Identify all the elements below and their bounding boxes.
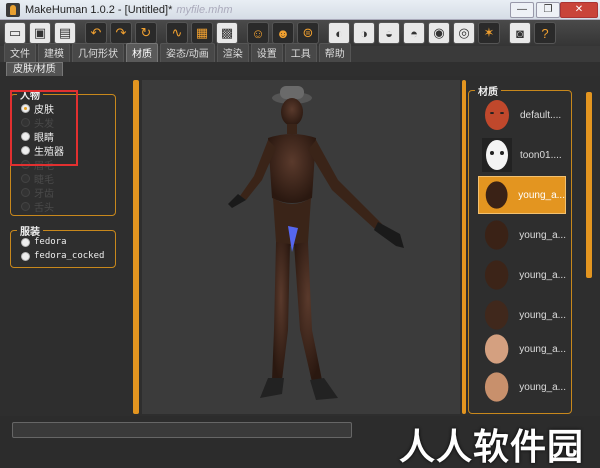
material-label: toon01.... xyxy=(520,149,562,161)
material-label: default.... xyxy=(520,109,562,121)
help-icon[interactable]: ? xyxy=(534,22,556,44)
reset-icon[interactable]: ↻ xyxy=(135,22,157,44)
material-item-default[interactable]: default.... xyxy=(478,96,566,134)
radio-label: 舌头 xyxy=(34,203,54,214)
camera-icon[interactable]: ◙ xyxy=(509,22,531,44)
material-item-young-a-3[interactable]: young_a... xyxy=(478,256,566,294)
head-front-icon[interactable]: ◐ xyxy=(328,22,350,44)
export-icon[interactable]: ▤ xyxy=(54,22,76,44)
radio-dot-icon xyxy=(21,188,30,197)
face-thumbnail-icon xyxy=(484,334,509,364)
window-title: MakeHuman 1.0.2 - [Untitled]* xyxy=(25,3,173,16)
main-tabs: 文件 建模 几何形状 材质 姿态/动画 渲染 设置 工具 帮助 xyxy=(0,43,600,62)
face-thumbnail-icon xyxy=(485,100,509,130)
clothes-group: 服装 fedora fedora_cocked xyxy=(10,223,116,268)
radio-fedora-cocked[interactable]: fedora_cocked xyxy=(21,251,104,261)
material-label: young_a... xyxy=(519,381,566,393)
tab-material[interactable]: 材质 xyxy=(126,43,158,62)
undo-icon[interactable]: ↶ xyxy=(85,22,107,44)
right-panel: 材质 default.... toon01.... young_a... you… xyxy=(466,80,586,414)
face-thumbnail-icon xyxy=(484,300,509,330)
human-model-figure xyxy=(228,86,404,400)
wireframe-icon[interactable]: ∿ xyxy=(166,22,188,44)
material-label: young_a... xyxy=(519,269,566,281)
material-item-young-a-6[interactable]: young_a... xyxy=(478,368,566,406)
left-vertical-slider[interactable] xyxy=(133,80,139,414)
head-left-icon[interactable]: ◒ xyxy=(378,22,400,44)
tab-utilities[interactable]: 工具 xyxy=(284,43,317,62)
radio-label: fedora xyxy=(34,237,67,247)
status-field xyxy=(12,422,352,438)
material-item-young-a-4[interactable]: young_a... xyxy=(478,296,566,334)
head-right-icon[interactable]: ◓ xyxy=(403,22,425,44)
material-item-young-a-2[interactable]: young_a... xyxy=(478,216,566,254)
tab-geometry[interactable]: 几何形状 xyxy=(72,43,124,62)
face-thumbnail-icon xyxy=(484,372,509,402)
pose-icon[interactable]: ✶ xyxy=(478,22,500,44)
material-label: young_a... xyxy=(519,309,566,321)
maximize-button[interactable]: ❐ xyxy=(536,2,560,18)
face-thumbnail-icon xyxy=(484,220,509,250)
grid-icon[interactable]: ▦ xyxy=(191,22,213,44)
radio-label: 牙齿 xyxy=(34,189,54,200)
window-titlebar: MakeHuman 1.0.2 - [Untitled]* myfile.mhm… xyxy=(0,0,600,20)
face-thumbnail-icon xyxy=(485,181,508,209)
window-title-filename: myfile.mhm xyxy=(176,3,233,16)
tab-help[interactable]: 帮助 xyxy=(318,43,351,62)
annotation-highlight-box xyxy=(10,90,78,166)
head-back-icon[interactable]: ◑ xyxy=(353,22,375,44)
radio-dot-icon xyxy=(21,174,30,183)
sub-tabs: 皮肤/材质 xyxy=(0,62,600,76)
material-label: young_a... xyxy=(519,229,566,241)
tab-modelling[interactable]: 建模 xyxy=(38,43,70,62)
radio-eyelashes: 睫毛 xyxy=(21,171,54,186)
material-label: young_a... xyxy=(519,343,566,355)
face-thumbnail-icon xyxy=(482,138,512,172)
save-icon[interactable]: ▣ xyxy=(29,22,51,44)
radio-tongue: 舌头 xyxy=(21,199,54,214)
makehuman-logo-icon xyxy=(6,2,20,17)
radio-fedora[interactable]: fedora xyxy=(21,237,67,247)
tab-settings[interactable]: 设置 xyxy=(250,43,283,62)
material-list-scrollbar[interactable] xyxy=(586,92,592,278)
status-bar: 人人软件园 xyxy=(0,416,600,468)
tab-files[interactable]: 文件 xyxy=(4,43,36,62)
radio-teeth: 牙齿 xyxy=(21,185,54,200)
face-side-icon[interactable]: ☻ xyxy=(272,22,294,44)
minimize-button[interactable]: — xyxy=(510,2,534,18)
close-button[interactable]: ✕ xyxy=(560,2,598,18)
clothes-group-title: 服装 xyxy=(17,223,43,238)
subtab-skin-material[interactable]: 皮肤/材质 xyxy=(6,62,63,76)
material-label: young_a... xyxy=(518,189,565,201)
face-front-icon[interactable]: ☺ xyxy=(247,22,269,44)
watermark-text: 人人软件园 xyxy=(398,427,584,468)
material-item-young-a-1[interactable]: young_a... xyxy=(478,176,566,214)
head-bottom-icon[interactable]: ◎ xyxy=(453,22,475,44)
face-top-icon[interactable]: ⊜ xyxy=(297,22,319,44)
radio-dot-icon xyxy=(21,251,30,261)
tab-pose-animate[interactable]: 姿态/动画 xyxy=(160,43,215,62)
material-item-toon01[interactable]: toon01.... xyxy=(478,136,566,174)
radio-dot-icon xyxy=(21,202,30,211)
folder-icon[interactable]: ▭ xyxy=(4,22,26,44)
face-thumbnail-icon xyxy=(484,260,509,290)
left-panel: 人物 皮肤 头发 眼睛 生殖器 眉毛 睫毛 牙齿 舌头 服装 fedora fe… xyxy=(6,80,128,410)
material-item-young-a-5[interactable]: young_a... xyxy=(478,330,566,368)
tab-rendering[interactable]: 渲染 xyxy=(216,43,249,62)
main-area: 人物 皮肤 头发 眼睛 生殖器 眉毛 睫毛 牙齿 舌头 服装 fedora fe… xyxy=(0,76,600,416)
radio-label: 睫毛 xyxy=(34,175,54,186)
radio-dot-icon xyxy=(21,237,30,247)
3d-viewport[interactable] xyxy=(142,80,460,414)
radio-label: fedora_cocked xyxy=(34,251,105,261)
head-top-icon[interactable]: ◉ xyxy=(428,22,450,44)
redo-icon[interactable]: ↷ xyxy=(110,22,132,44)
checker-icon[interactable]: ▩ xyxy=(216,22,238,44)
